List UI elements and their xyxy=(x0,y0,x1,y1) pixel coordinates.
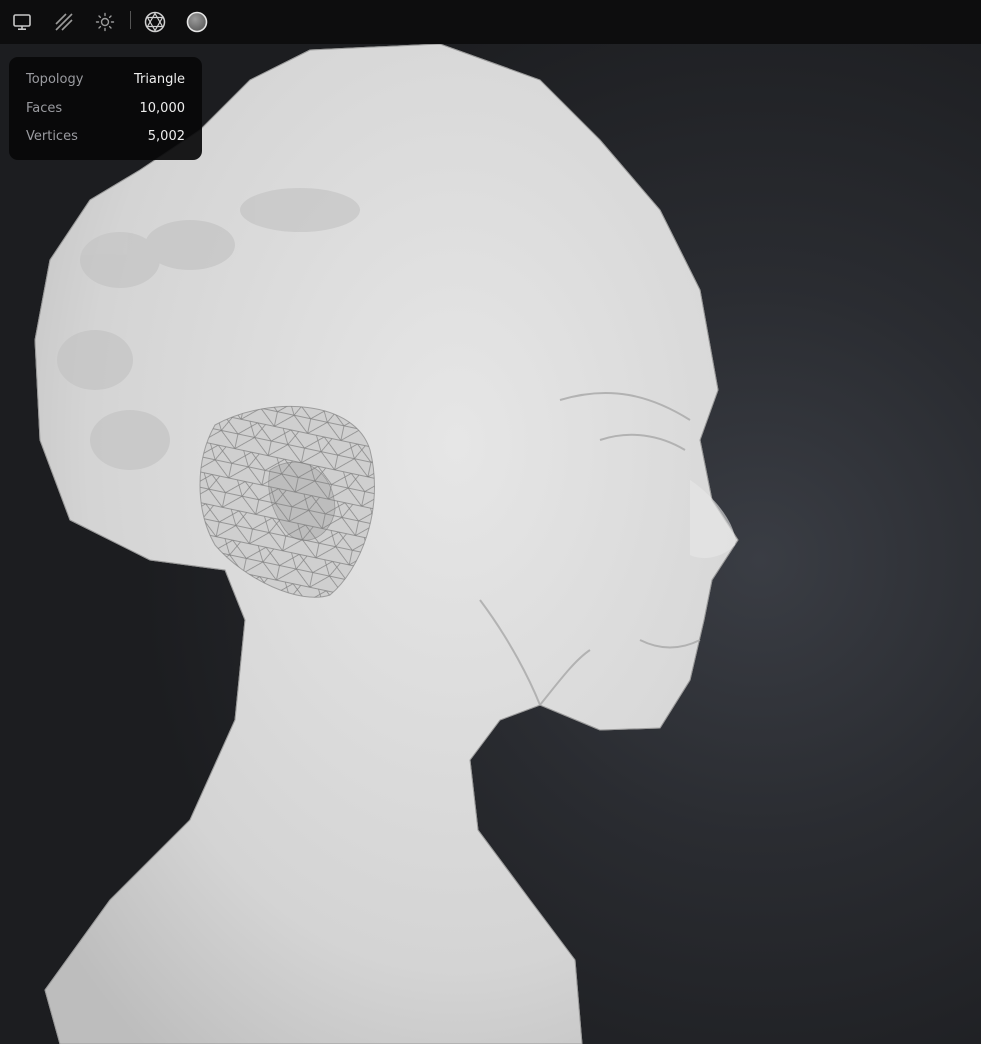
info-value: 5,002 xyxy=(147,129,185,144)
light-icon xyxy=(95,12,115,32)
matcap-button[interactable] xyxy=(183,8,211,36)
lighting-button[interactable] xyxy=(91,8,119,36)
info-label: Topology xyxy=(26,72,84,87)
info-value: Triangle xyxy=(133,72,185,87)
info-value: 10,000 xyxy=(139,101,186,116)
info-row-vertices: Vertices 5,002 xyxy=(26,129,185,149)
matcap-sphere-icon xyxy=(186,11,208,33)
monitor-icon xyxy=(13,14,31,31)
3d-viewport[interactable] xyxy=(0,44,981,1044)
topology-button[interactable] xyxy=(141,8,169,36)
mesh-info-panel: Topology Triangle Faces 10,000 Vertices … xyxy=(9,57,202,160)
sculpt-mesh xyxy=(34,44,739,1044)
display-mode-button[interactable] xyxy=(8,8,36,36)
wireframe-toggle-button[interactable] xyxy=(50,8,78,36)
wireframe-hatch-icon xyxy=(55,13,73,31)
info-row-topology: Topology Triangle xyxy=(26,72,185,92)
topology-icon xyxy=(144,11,166,33)
info-row-faces: Faces 10,000 xyxy=(26,101,185,121)
info-label: Faces xyxy=(26,101,63,116)
viewer-toolbar xyxy=(0,0,981,44)
toolbar-separator xyxy=(130,11,131,29)
info-label: Vertices xyxy=(26,129,78,144)
